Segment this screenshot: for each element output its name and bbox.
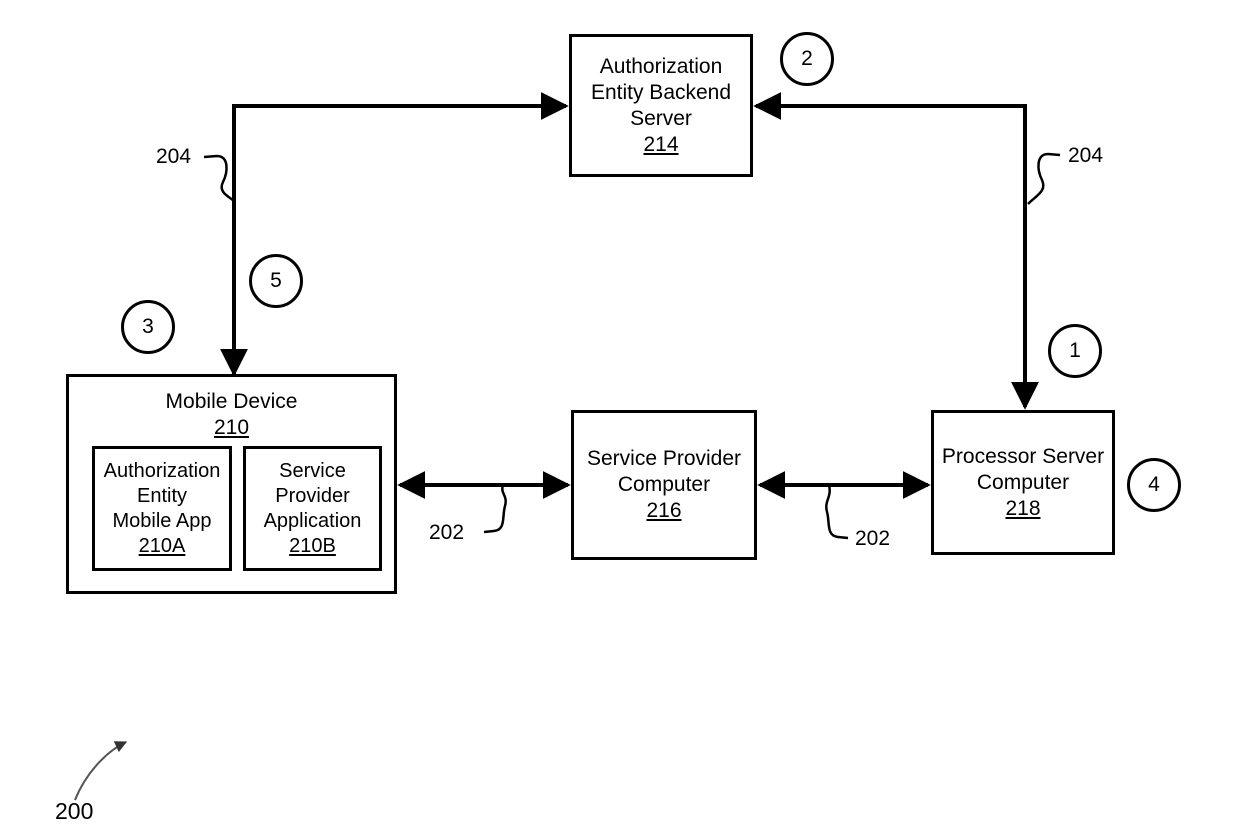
box-processor-server-computer[interactable]: Processor Server Computer 218 [931, 410, 1115, 555]
connector-auth-to-mobile-204 [220, 92, 569, 377]
box-title: Service Provider Application [263, 459, 362, 532]
box-authorization-entity-mobile-app[interactable]: Authorization Entity Mobile App 210A [92, 446, 232, 571]
step-callout-label: 5 [270, 269, 282, 292]
box-reference-number: 216 [646, 499, 682, 522]
step-callout-5[interactable]: 5 [249, 254, 303, 308]
box-service-provider-computer[interactable]: Service Provider Computer 216 [571, 410, 757, 560]
step-callout-2[interactable]: 2 [780, 32, 834, 86]
reference-label-204-left: 204 [156, 145, 192, 168]
box-reference-number: 214 [643, 132, 679, 156]
diagram-canvas: Authorization Entity Backend Server 214 … [0, 0, 1240, 835]
box-reference-number: 210B [289, 534, 336, 557]
step-callout-4[interactable]: 4 [1127, 458, 1181, 512]
box-service-provider-application[interactable]: Service Provider Application 210B [243, 446, 382, 571]
step-callout-label: 1 [1069, 339, 1081, 362]
box-reference-number: 210 [213, 416, 250, 439]
box-title: Mobile Device [165, 390, 298, 413]
step-callout-label: 2 [801, 47, 813, 70]
step-callout-label: 4 [1148, 473, 1160, 496]
leader-line-figure-200 [74, 741, 128, 801]
box-title: Authorization Entity Mobile App [103, 459, 221, 532]
leader-line-204-left [203, 154, 235, 202]
connector-auth-to-processor-204 [753, 92, 1039, 410]
box-reference-number: 218 [1005, 496, 1041, 520]
box-authorization-entity-backend-server[interactable]: Authorization Entity Backend Server 214 [569, 34, 753, 177]
reference-label-204-right: 204 [1068, 144, 1104, 167]
step-callout-label: 3 [142, 315, 154, 338]
leader-line-202-left [483, 484, 507, 534]
box-title: Authorization Entity Backend Server [590, 54, 732, 130]
leader-line-202-right [825, 484, 849, 540]
reference-label-202-right: 202 [855, 527, 891, 550]
figure-reference-label: 200 [55, 798, 94, 824]
box-title: Processor Server Computer [941, 444, 1105, 494]
leader-line-204-right [1027, 152, 1061, 205]
box-reference-number: 210A [138, 534, 186, 557]
step-callout-1[interactable]: 1 [1048, 324, 1102, 378]
box-title: Service Provider Computer [586, 447, 742, 496]
step-callout-3[interactable]: 3 [121, 300, 175, 354]
reference-label-202-left: 202 [429, 521, 465, 544]
